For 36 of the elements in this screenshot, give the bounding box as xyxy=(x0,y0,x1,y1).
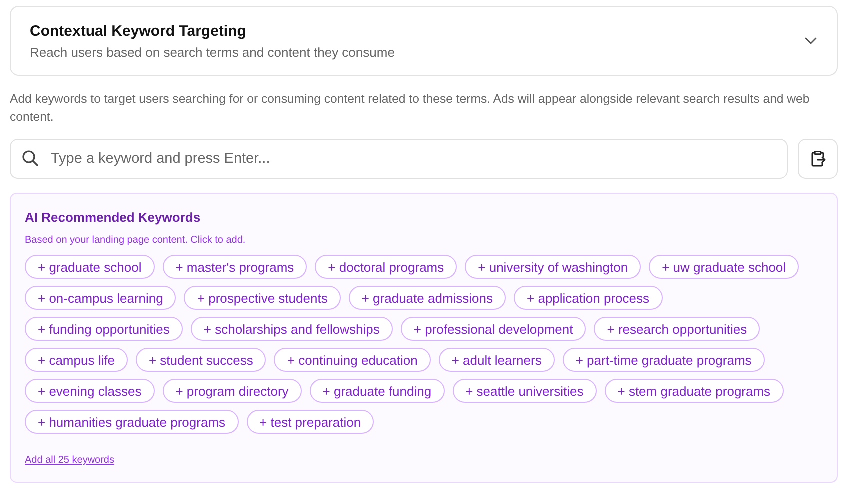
keyword-chip[interactable]: + uw graduate school xyxy=(649,255,800,279)
keyword-chip[interactable]: + stem graduate programs xyxy=(604,379,784,403)
keyword-chip[interactable]: + university of washington xyxy=(465,255,642,279)
keyword-chip[interactable]: + seattle universities xyxy=(452,379,597,403)
description-text: Add keywords to target users searching for or consuming content related to these terms. Ads will appear alongside relevant search results and web content. xyxy=(10,91,811,126)
keyword-chip[interactable]: + professional development xyxy=(400,317,586,341)
search-field[interactable]: Type a keyword and press Enter... xyxy=(10,139,788,179)
keyword-chip[interactable]: + research opportunities xyxy=(594,317,760,341)
keyword-chip[interactable]: + humanities graduate programs xyxy=(25,410,239,434)
section-card[interactable]: Contextual Keyword Targeting Reach users based on search terms and content they consume xyxy=(10,6,838,76)
keyword-chip[interactable]: + student success xyxy=(136,348,266,372)
section-title: Contextual Keyword Targeting xyxy=(30,22,248,40)
keyword-chip[interactable]: + graduate funding xyxy=(310,379,445,403)
keyword-chip[interactable]: + graduate admissions xyxy=(348,286,506,310)
keyword-chip[interactable]: + continuing education xyxy=(274,348,431,372)
add-all-link[interactable]: Add all 25 keywords xyxy=(25,455,114,466)
panel-subtitle: Based on your landing page content. Click to add. xyxy=(25,235,247,246)
paste-button[interactable] xyxy=(798,139,838,179)
keyword-chip[interactable]: + evening classes xyxy=(25,379,155,403)
keyword-chip[interactable]: + funding opportunities xyxy=(25,317,183,341)
section-subtitle: Reach users based on search terms and content they consume xyxy=(30,44,395,60)
keyword-chip[interactable]: + test preparation xyxy=(246,410,374,434)
keyword-chip[interactable]: + master's programs xyxy=(162,255,308,279)
keyword-chip[interactable]: + doctoral programs xyxy=(315,255,458,279)
keyword-chip[interactable]: + application process xyxy=(514,286,663,310)
panel-title: AI Recommended Keywords xyxy=(25,210,202,225)
keyword-chip[interactable]: + campus life xyxy=(25,348,128,372)
keyword-chip[interactable]: + part-time graduate programs xyxy=(562,348,765,372)
keyword-chip[interactable]: + program directory xyxy=(162,379,302,403)
clipboard-icon xyxy=(809,150,827,168)
chevron-icon[interactable] xyxy=(805,37,817,45)
keyword-chip[interactable]: + scholarships and fellowships xyxy=(190,317,393,341)
keyword-chip[interactable]: + prospective students xyxy=(184,286,341,310)
keyword-chip[interactable]: + adult learners xyxy=(438,348,555,372)
keyword-chip[interactable]: + on-campus learning xyxy=(25,286,176,310)
keyword-chip[interactable]: + graduate school xyxy=(25,255,155,279)
